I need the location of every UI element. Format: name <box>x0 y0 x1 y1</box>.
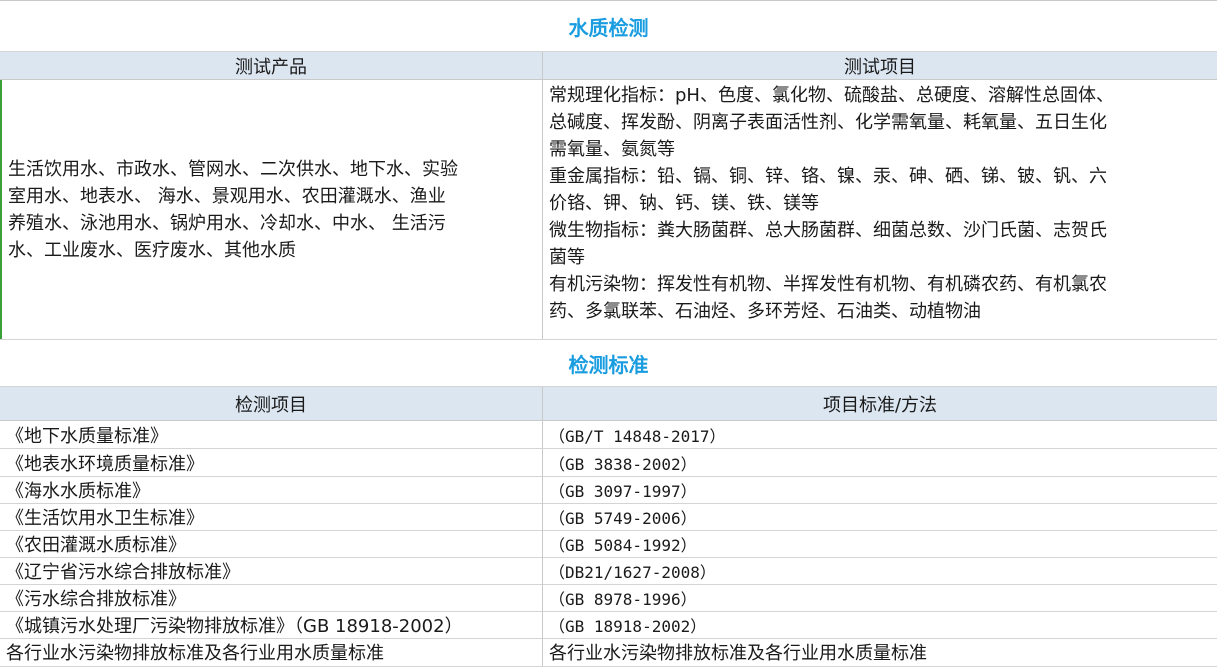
products-line: 生活饮用水、市政水、管网水、二次供水、地下水、实验 <box>8 158 458 180</box>
table-row: 《地下水质量标准》 （GB/T 14848-2017） <box>0 421 1217 449</box>
standard-code-cell[interactable]: 各行业水污染物排放标准及各行业用水质量标准 <box>543 638 1217 666</box>
water-test-body-row: 生活饮用水、市政水、管网水、二次供水、地下水、实验 室用水、地表水、 海水、景观… <box>0 80 1217 340</box>
spreadsheet: 水质检测 测试产品 测试项目 生活饮用水、市政水、管网水、二次供水、地下水、实验… <box>0 0 1218 668</box>
items-line: 药、多氯联苯、石油烃、多环芳烃、石油类、动植物油 <box>549 301 981 322</box>
test-items-cell[interactable]: 常规理化指标：pH、色度、氯化物、硫酸盐、总硬度、溶解性总固体、 总碱度、挥发酚… <box>543 80 1217 339</box>
section-title-water-test: 水质检测 <box>0 1 1217 52</box>
items-line: 菌等 <box>549 247 585 268</box>
products-line: 水、工业废水、医疗废水、其他水质 <box>8 239 296 261</box>
water-test-title: 水质检测 <box>568 15 649 40</box>
table-row: 《辽宁省污水综合排放标准》 （DB21/1627-2008） <box>0 557 1217 585</box>
standard-name-cell[interactable]: 《海水水质标准》 <box>0 476 543 503</box>
table-row: 《生活饮用水卫生标准》 （GB 5749-2006） <box>0 503 1217 531</box>
standard-name-cell[interactable]: 《城镇污水处理厂污染物排放标准》（GB 18918-2002） <box>0 611 543 638</box>
standards-title: 检测标准 <box>568 352 649 377</box>
products-line: 养殖水、泳池用水、锅炉用水、冷却水、中水、 生活污 <box>8 212 446 234</box>
items-line: 总碱度、挥发酚、阴离子表面活性剂、化学需氧量、耗氧量、五日生化 <box>549 112 1107 133</box>
standard-code-cell[interactable]: （GB 8978-1996） <box>543 584 1217 611</box>
items-line: 需氧量、氨氮等 <box>549 139 675 160</box>
standard-code-cell[interactable]: （GB 18918-2002） <box>543 611 1217 638</box>
standard-code-cell[interactable]: （GB 5749-2006） <box>543 503 1217 530</box>
standard-name-cell[interactable]: 《生活饮用水卫生标准》 <box>0 503 543 530</box>
test-products-cell[interactable]: 生活饮用水、市政水、管网水、二次供水、地下水、实验 室用水、地表水、 海水、景观… <box>0 80 543 339</box>
standard-name-cell[interactable]: 《农田灌溉水质标准》 <box>0 530 543 557</box>
items-line: 重金属指标：铅、镉、铜、锌、铬、镍、汞、砷、硒、锑、铍、钒、六 <box>549 166 1107 187</box>
header-test-product[interactable]: 测试产品 <box>0 52 543 79</box>
table-row: 各行业水污染物排放标准及各行业用水质量标准 各行业水污染物排放标准及各行业用水质… <box>0 638 1217 667</box>
table-row: 《地表水环境质量标准》 （GB 3838-2002） <box>0 449 1217 477</box>
header-test-items[interactable]: 测试项目 <box>543 52 1217 79</box>
items-line: 微生物指标：粪大肠菌群、总大肠菌群、细菌总数、沙门氏菌、志贺氏 <box>549 220 1107 241</box>
standards-header-row: 检测项目 项目标准/方法 <box>0 387 1217 421</box>
standard-code-cell[interactable]: （GB 5084-1992） <box>543 530 1217 557</box>
standard-code-cell[interactable]: （DB21/1627-2008） <box>543 557 1217 584</box>
water-test-header-row: 测试产品 测试项目 <box>0 52 1217 80</box>
header-detection-item[interactable]: 检测项目 <box>0 387 543 420</box>
standard-name-cell[interactable]: 《地表水环境质量标准》 <box>0 449 543 476</box>
section-title-standards: 检测标准 <box>0 340 1217 387</box>
items-line: 有机污染物：挥发性有机物、半挥发性有机物、有机磷农药、有机氯农 <box>549 274 1107 295</box>
products-line: 室用水、地表水、 海水、景观用水、农田灌溉水、渔业 <box>8 185 446 207</box>
table-row: 《城镇污水处理厂污染物排放标准》（GB 18918-2002） （GB 1891… <box>0 611 1217 639</box>
table-row: 《污水综合排放标准》 （GB 8978-1996） <box>0 584 1217 612</box>
standard-name-cell[interactable]: 《辽宁省污水综合排放标准》 <box>0 557 543 584</box>
standard-code-cell[interactable]: （GB 3838-2002） <box>543 449 1217 476</box>
standard-name-cell[interactable]: 《污水综合排放标准》 <box>0 584 543 611</box>
items-line: 常规理化指标：pH、色度、氯化物、硫酸盐、总硬度、溶解性总固体、 <box>549 85 1114 106</box>
standard-code-cell[interactable]: （GB/T 14848-2017） <box>543 421 1217 448</box>
standard-name-cell[interactable]: 《地下水质量标准》 <box>0 421 543 448</box>
header-standard-method[interactable]: 项目标准/方法 <box>543 387 1217 420</box>
table-row: 《海水水质标准》 （GB 3097-1997） <box>0 476 1217 504</box>
items-line: 价铬、钾、钠、钙、镁、铁、镁等 <box>549 193 819 214</box>
table-row: 《农田灌溉水质标准》 （GB 5084-1992） <box>0 530 1217 558</box>
standard-code-cell[interactable]: （GB 3097-1997） <box>543 476 1217 503</box>
standard-name-cell[interactable]: 各行业水污染物排放标准及各行业用水质量标准 <box>0 638 543 666</box>
